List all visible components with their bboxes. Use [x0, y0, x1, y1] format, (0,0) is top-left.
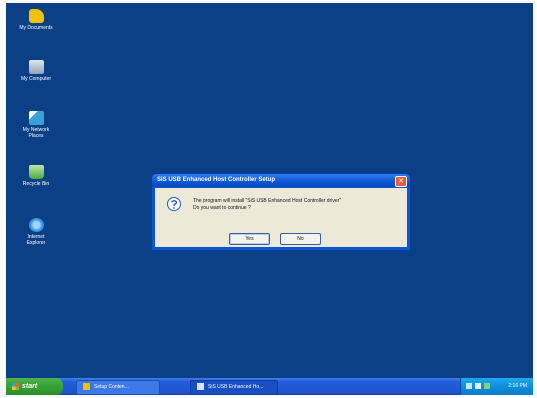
start-label: start — [22, 383, 38, 390]
desktop-icon-my-computer[interactable]: My Computer — [8, 60, 64, 82]
message-line-2: Do you want to continue ? — [193, 205, 251, 211]
desktop-icon-label: Internet Explorer — [26, 234, 46, 246]
clock[interactable]: 2:16 PM — [508, 378, 527, 395]
start-button[interactable]: start — [6, 378, 63, 395]
my-computer-icon — [28, 60, 44, 74]
folder-icon — [83, 383, 90, 391]
desktop-icon-recycle-bin[interactable]: Recycle Bin — [8, 165, 64, 187]
setup-dialog: SiS USB Enhanced Host Controller Setup ✕… — [151, 173, 411, 251]
taskbar-item-setup-content[interactable]: Setup Conten... — [76, 380, 160, 395]
desktop-icon-my-documents[interactable]: My Documents — [8, 9, 64, 31]
taskbar-item-sis-setup[interactable]: SiS USB Enhanced Ho... — [190, 380, 278, 395]
taskbar: start Setup Conten... SiS USB Enhanced H… — [6, 378, 533, 395]
close-icon: ✕ — [398, 178, 404, 185]
desktop: My Documents My Computer My Network Plac… — [6, 3, 533, 395]
desktop-icon-label: My Documents — [19, 25, 53, 31]
dialog-title: SiS USB Enhanced Host Controller Setup — [157, 177, 276, 183]
desktop-icon-label: My Computer — [20, 76, 51, 82]
recycle-bin-icon — [28, 165, 44, 179]
desktop-icon-label: Recycle Bin — [22, 181, 50, 187]
windows-logo-icon — [12, 382, 19, 390]
no-button[interactable]: No — [280, 233, 321, 245]
dialog-body: The program will install "SiS USB Enhanc… — [155, 188, 407, 247]
system-tray: 2:16 PM — [460, 378, 533, 395]
taskbar-item-label: Setup Conten... — [94, 384, 129, 390]
network-places-icon — [28, 111, 44, 125]
desktop-icon-network-places[interactable]: My Network Places — [8, 111, 64, 139]
volume-tray-icon[interactable] — [475, 383, 481, 389]
close-button[interactable]: ✕ — [395, 176, 407, 187]
dialog-titlebar[interactable]: SiS USB Enhanced Host Controller Setup ✕ — [152, 174, 410, 187]
desktop-icon-internet-explorer[interactable]: Internet Explorer — [8, 218, 64, 246]
yes-button[interactable]: Yes — [229, 233, 270, 245]
setup-icon — [197, 383, 204, 391]
dialog-message: The program will install "SiS USB Enhanc… — [193, 198, 341, 212]
taskbar-item-label: SiS USB Enhanced Ho... — [208, 384, 264, 390]
question-icon — [167, 197, 181, 211]
message-line-1: The program will install "SiS USB Enhanc… — [193, 198, 342, 204]
desktop-icon-label: My Network Places — [22, 127, 50, 139]
my-documents-folder-icon — [28, 9, 44, 23]
usb-tray-icon[interactable] — [484, 383, 490, 389]
internet-explorer-icon — [28, 218, 44, 232]
network-tray-icon[interactable] — [466, 383, 472, 389]
